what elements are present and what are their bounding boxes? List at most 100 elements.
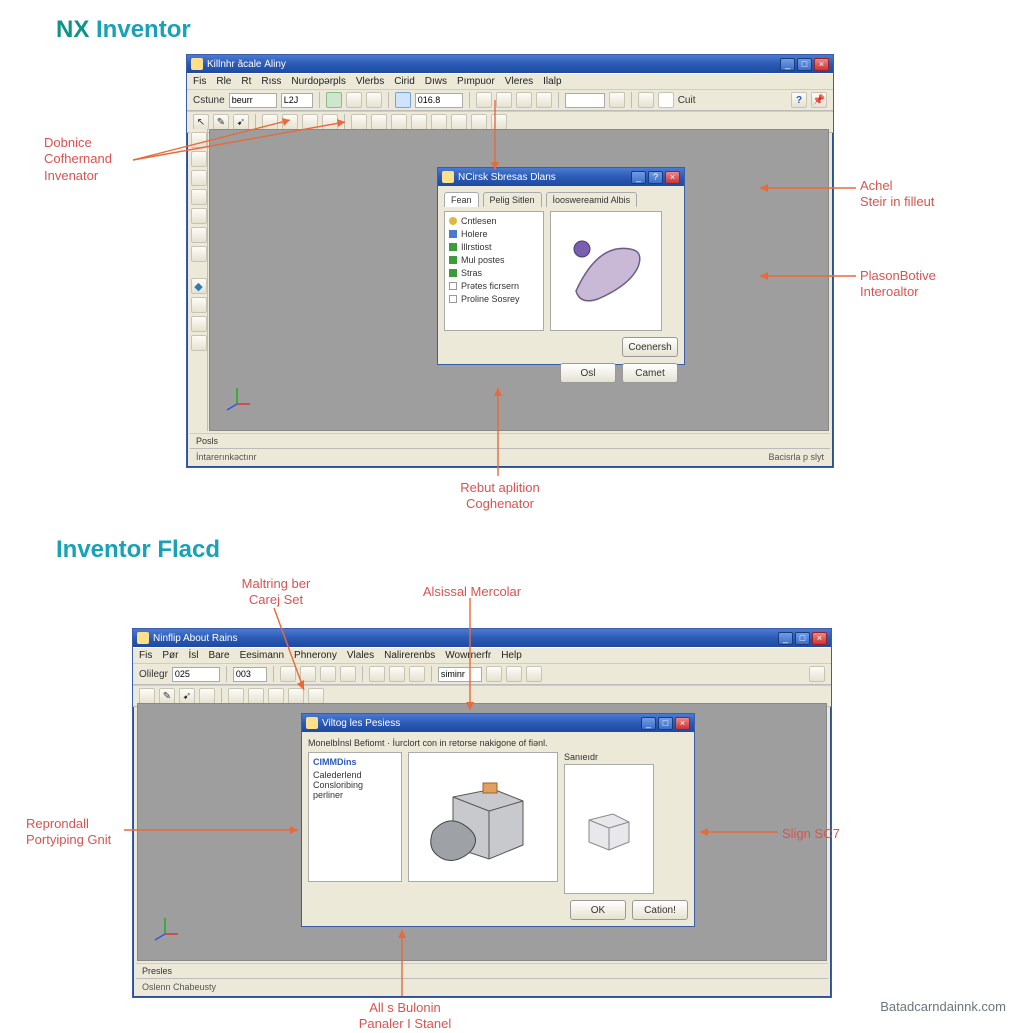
tool-icon[interactable] [389, 666, 405, 682]
tool-icon[interactable] [371, 114, 387, 130]
toolbar-input[interactable] [172, 667, 220, 682]
help-button[interactable]: ? [648, 171, 663, 184]
menu-item[interactable]: İsl [188, 650, 198, 661]
tool-icon[interactable] [282, 114, 298, 130]
tool-icon[interactable] [536, 92, 552, 108]
tool-icon[interactable] [366, 92, 382, 108]
list-item[interactable]: Calederlend [313, 770, 397, 780]
toolbar-input[interactable] [438, 667, 482, 682]
tool-icon[interactable] [199, 688, 215, 704]
menu-item[interactable]: Bare [208, 650, 229, 661]
list-item[interactable]: Mul postes [449, 255, 539, 265]
tab[interactable]: Fean [444, 192, 479, 207]
list-item[interactable]: Holere [449, 229, 539, 239]
tool-icon[interactable] [411, 114, 427, 130]
tool-icon[interactable] [351, 114, 367, 130]
menu-item[interactable]: Rle [216, 76, 231, 87]
ok-button[interactable]: OK [570, 900, 626, 920]
menu-item[interactable]: Wowrnerfr [445, 650, 491, 661]
cursor-icon[interactable]: ↖ [193, 114, 209, 130]
tool-icon[interactable] [809, 666, 825, 682]
tool-icon[interactable] [609, 92, 625, 108]
tool-icon[interactable] [638, 92, 654, 108]
tool-icon[interactable] [322, 114, 338, 130]
tool-icon[interactable] [191, 208, 207, 224]
close-button[interactable]: × [812, 632, 827, 645]
close-button[interactable]: × [814, 58, 829, 71]
toolbar-input[interactable] [281, 93, 313, 108]
tool-icon[interactable] [268, 688, 284, 704]
tool-icon[interactable] [340, 666, 356, 682]
tool-icon[interactable] [491, 114, 507, 130]
menu-item[interactable]: Vlerbs [356, 76, 384, 87]
tool-icon[interactable] [228, 688, 244, 704]
toolbar-input[interactable] [229, 93, 277, 108]
tool-icon[interactable]: ➹ [179, 688, 195, 704]
tool-icon[interactable] [300, 666, 316, 682]
tool-icon[interactable] [262, 114, 278, 130]
help-icon[interactable]: ? [791, 92, 807, 108]
maximize-button[interactable]: □ [797, 58, 812, 71]
tool-icon[interactable] [391, 114, 407, 130]
menu-item[interactable]: Pımpuor [457, 76, 495, 87]
menu-item[interactable]: Cirid [394, 76, 415, 87]
toolbar-input[interactable] [233, 667, 267, 682]
tool-icon[interactable] [395, 92, 411, 108]
tool-icon[interactable] [288, 688, 304, 704]
menu-item[interactable]: Pør [162, 650, 178, 661]
menu-item[interactable]: Vlales [347, 650, 374, 661]
menu-item[interactable]: Help [501, 650, 522, 661]
tool-icon[interactable] [280, 666, 296, 682]
list-item[interactable]: Illrstiost [449, 242, 539, 252]
tool-icon[interactable]: ✎ [159, 688, 175, 704]
apply-button[interactable]: Coenersh [622, 337, 678, 357]
pin-icon[interactable]: 📌 [811, 92, 827, 108]
tool-icon[interactable] [191, 335, 207, 351]
tool-icon[interactable] [486, 666, 502, 682]
tool-icon[interactable] [191, 297, 207, 313]
tool-icon[interactable] [326, 92, 342, 108]
tool-icon[interactable] [516, 92, 532, 108]
tool-icon[interactable] [248, 688, 264, 704]
tool-icon[interactable] [191, 151, 207, 167]
list-item[interactable]: Proline Sosrey [449, 294, 539, 304]
tool-icon[interactable] [308, 688, 324, 704]
tool-icon[interactable]: ◆ [191, 278, 207, 294]
menu-item[interactable]: Phnerony [294, 650, 337, 661]
tool-icon[interactable] [346, 92, 362, 108]
tool-icon[interactable] [191, 316, 207, 332]
tool-icon[interactable] [476, 92, 492, 108]
list-item[interactable]: perliner [313, 790, 397, 800]
tool-icon[interactable] [191, 189, 207, 205]
tool-icon[interactable] [369, 666, 385, 682]
menu-item[interactable]: Rt [241, 76, 251, 87]
toolbar-input[interactable] [415, 93, 463, 108]
tab[interactable]: İooswereamid Albis [546, 192, 638, 207]
menu-item[interactable]: Fis [193, 76, 206, 87]
cancel-button[interactable]: Camet [622, 363, 678, 383]
tool-icon[interactable] [451, 114, 467, 130]
menu-item[interactable]: Vleres [505, 76, 533, 87]
list-item[interactable]: Cntlesen [449, 216, 539, 226]
maximize-button[interactable]: □ [795, 632, 810, 645]
menu-item[interactable]: Dıws [425, 76, 447, 87]
tool-icon[interactable] [302, 114, 318, 130]
cancel-button[interactable]: Cation! [632, 900, 688, 920]
tool-icon[interactable] [431, 114, 447, 130]
tool-icon[interactable]: ➹ [233, 114, 249, 130]
tool-icon[interactable] [496, 92, 512, 108]
tool-icon[interactable] [471, 114, 487, 130]
minimize-button[interactable]: _ [631, 171, 646, 184]
toolbar-input[interactable] [565, 93, 605, 108]
tool-icon[interactable] [320, 666, 336, 682]
close-button[interactable]: × [675, 717, 690, 730]
menu-item[interactable]: Fis [139, 650, 152, 661]
tool-icon[interactable]: ✎ [213, 114, 229, 130]
tool-icon[interactable] [506, 666, 522, 682]
menu-item[interactable]: Nalirerenbs [384, 650, 435, 661]
maximize-button[interactable]: □ [658, 717, 673, 730]
tool-icon[interactable] [526, 666, 542, 682]
tool-icon[interactable] [191, 132, 207, 148]
list-item[interactable]: Consloribing [313, 780, 397, 790]
list-item[interactable]: Stras [449, 268, 539, 278]
